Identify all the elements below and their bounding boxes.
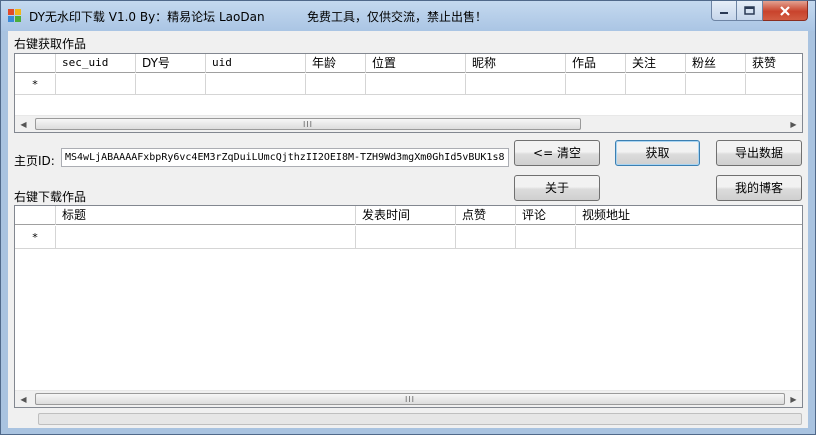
works-grid-header: sec_uid DY号 uid 年龄 位置 昵称 作品 关注 粉丝 获赞 <box>15 54 802 73</box>
column-header[interactable]: 点赞 <box>456 206 516 225</box>
grid-cell[interactable] <box>576 226 802 249</box>
row-header-new: * <box>15 74 56 95</box>
column-header[interactable]: 位置 <box>366 54 466 73</box>
title-notice: 免费工具，仅供交流，禁止出售！ <box>307 10 488 24</box>
minimize-button[interactable] <box>711 1 737 21</box>
column-header[interactable]: 评论 <box>516 206 576 225</box>
app-window: DY无水印下载 V1.0 By：精易论坛 LaoDan 免费工具，仅供交流，禁止… <box>0 0 816 435</box>
scroll-right-icon[interactable]: ▶ <box>785 116 802 132</box>
minimize-icon <box>720 11 728 14</box>
column-header[interactable]: 发表时间 <box>356 206 456 225</box>
scrollbar-thumb[interactable]: III <box>35 393 785 405</box>
grid-cell[interactable] <box>746 74 802 95</box>
grid-cell[interactable] <box>206 74 306 95</box>
my-blog-button[interactable]: 我的博客 <box>716 175 802 201</box>
title-bar[interactable]: DY无水印下载 V1.0 By：精易论坛 LaoDan 免费工具，仅供交流，禁止… <box>1 1 815 31</box>
maximize-button[interactable] <box>737 1 763 21</box>
export-data-button[interactable]: 导出数据 <box>716 140 802 166</box>
row-header-corner <box>15 206 56 225</box>
bottom-section-label: 右键下载作品 <box>14 190 87 204</box>
new-row[interactable]: * <box>15 74 802 95</box>
grid-cell[interactable] <box>516 226 576 249</box>
column-header[interactable]: sec_uid <box>56 54 136 73</box>
grid-cell[interactable] <box>356 226 456 249</box>
scroll-left-icon[interactable]: ◀ <box>15 391 32 407</box>
column-header[interactable]: 标题 <box>56 206 356 225</box>
home-id-input[interactable]: MS4wLjABAAAAFxbpRy6vc4EM3rZqDuiLUmcQjthz… <box>61 148 509 167</box>
works-grid[interactable]: sec_uid DY号 uid 年龄 位置 昵称 作品 关注 粉丝 获赞 * ◀… <box>14 53 803 133</box>
new-row[interactable]: * <box>15 226 802 249</box>
window-title: DY无水印下载 V1.0 By：精易论坛 LaoDan <box>29 10 265 24</box>
column-header[interactable]: 关注 <box>626 54 686 73</box>
grid-cell[interactable] <box>56 74 136 95</box>
app-icon <box>8 9 22 22</box>
column-header[interactable]: 作品 <box>566 54 626 73</box>
grid-cell[interactable] <box>306 74 366 95</box>
top-section-label: 右键获取作品 <box>14 37 87 51</box>
column-header[interactable]: 粉丝 <box>686 54 746 73</box>
home-id-label: 主页ID: <box>14 154 55 168</box>
downloads-grid[interactable]: 标题 发表时间 点赞 评论 视频地址 * ◀ III ▶ <box>14 205 803 408</box>
grid-cell[interactable] <box>456 226 516 249</box>
scroll-left-icon[interactable]: ◀ <box>15 116 32 132</box>
row-header-corner <box>15 54 56 73</box>
column-header[interactable]: 获赞 <box>746 54 802 73</box>
grid-cell[interactable] <box>56 226 356 249</box>
about-button[interactable]: 关于 <box>514 175 600 201</box>
maximize-icon <box>744 6 755 15</box>
column-header[interactable]: 昵称 <box>466 54 566 73</box>
scrollbar-thumb[interactable]: III <box>35 118 581 130</box>
grid-cell[interactable] <box>466 74 566 95</box>
scroll-right-icon[interactable]: ▶ <box>785 391 802 407</box>
caption-buttons <box>711 1 808 21</box>
column-header[interactable]: uid <box>206 54 306 73</box>
grid-cell[interactable] <box>566 74 626 95</box>
works-grid-hscrollbar[interactable]: ◀ III ▶ <box>15 115 802 132</box>
close-button[interactable] <box>763 1 808 21</box>
row-header-new: * <box>15 226 56 249</box>
close-icon <box>780 5 790 16</box>
fetch-button[interactable]: 获取 <box>615 140 700 166</box>
grid-cell[interactable] <box>686 74 746 95</box>
grid-cell[interactable] <box>626 74 686 95</box>
grid-cell[interactable] <box>136 74 206 95</box>
column-header[interactable]: 视频地址 <box>576 206 802 225</box>
downloads-grid-hscrollbar[interactable]: ◀ III ▶ <box>15 390 802 407</box>
bottom-progress-track <box>38 413 802 425</box>
grid-cell[interactable] <box>366 74 466 95</box>
downloads-grid-header: 标题 发表时间 点赞 评论 视频地址 <box>15 206 802 225</box>
column-header[interactable]: DY号 <box>136 54 206 73</box>
column-header[interactable]: 年龄 <box>306 54 366 73</box>
client-area: 右键获取作品 sec_uid DY号 uid 年龄 位置 昵称 作品 关注 粉丝… <box>8 31 808 428</box>
clear-button[interactable]: <= 清空 <box>514 140 600 166</box>
